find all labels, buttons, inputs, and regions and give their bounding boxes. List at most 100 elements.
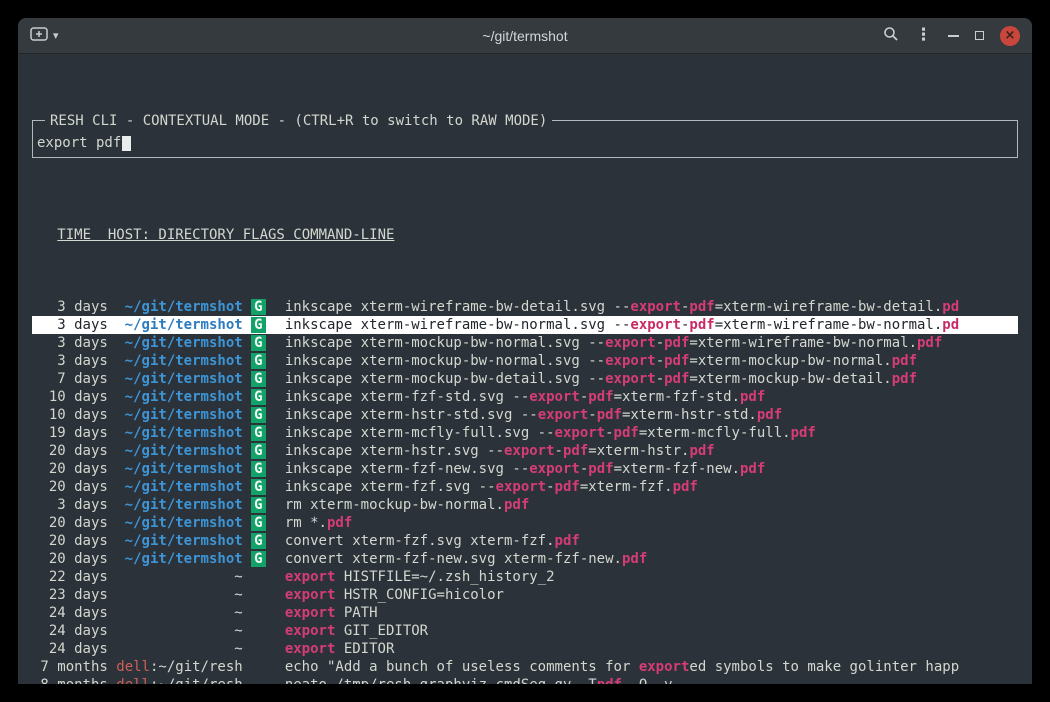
history-row[interactable]: 24 days~export GIT_EDITOR [32, 622, 1018, 640]
history-row-location: ~/git/termshot [116, 550, 242, 568]
history-row[interactable]: 24 days~export PATH [32, 604, 1018, 622]
history-row[interactable]: 19 days~/git/termshotGinkscape xterm-mcf… [32, 424, 1018, 442]
history-row[interactable]: 20 days~/git/termshotGinkscape xterm-fzf… [32, 460, 1018, 478]
history-row-command: export HSTR_CONFIG=hicolor [285, 586, 1018, 604]
search-input[interactable]: export pdf [37, 134, 131, 152]
git-flag-badge: G [251, 317, 265, 333]
history-row[interactable]: 22 days~export HISTFILE=~/.zsh_history_2 [32, 568, 1018, 586]
history-row-flags: G [251, 424, 276, 442]
history-row-flags: G [251, 316, 276, 334]
command-match-text: pdf [664, 335, 689, 351]
history-row-command: echo "Add a bunch of useless comments fo… [285, 658, 1018, 676]
command-text: - [546, 479, 554, 495]
close-button[interactable]: × [1000, 26, 1020, 46]
command-match-text: pdf [327, 515, 352, 531]
command-text: =xterm-mockup-bw-detail. [689, 371, 891, 387]
search-query-text: export pdf [37, 135, 121, 151]
command-text: PATH [335, 605, 377, 621]
command-text: convert xterm-fzf-new.svg xterm-fzf-new. [285, 551, 622, 567]
command-match-text: pdf [689, 299, 714, 315]
new-tab-button[interactable]: ▾ [30, 27, 59, 45]
history-row[interactable]: 20 days~/git/termshotGrm *.pdf [32, 514, 1018, 532]
history-row[interactable]: 7 monthsdell:~/git/reshecho "Add a bunch… [32, 658, 1018, 676]
command-text: EDITOR [335, 641, 394, 657]
history-row[interactable]: 10 days~/git/termshotGinkscape xterm-hst… [32, 406, 1018, 424]
command-match-text: pdf [588, 389, 613, 405]
command-match-text: pdf [622, 551, 647, 567]
history-row-flags: G [251, 298, 276, 316]
history-row-location: ~/git/termshot [116, 532, 242, 550]
history-row[interactable]: 3 days~/git/termshotGinkscape xterm-mock… [32, 352, 1018, 370]
host-name: dell [116, 677, 150, 684]
history-row-command: export GIT_EDITOR [285, 622, 1018, 640]
command-text: echo "Add a bunch of useless comments fo… [285, 659, 639, 675]
history-row-flags: G [251, 442, 276, 460]
history-row-flags [251, 676, 276, 684]
command-text: inkscape xterm-hstr.svg -- [285, 443, 504, 459]
history-row-location: ~/git/termshot [116, 388, 242, 406]
history-row[interactable]: 24 days~export EDITOR [32, 640, 1018, 658]
directory: ~/git/termshot [125, 299, 243, 315]
command-text: GIT_EDITOR [335, 623, 428, 639]
history-row[interactable]: 8 monthsdell:~/git/reshneato /tmp/resh-g… [32, 676, 1018, 684]
command-match-text: pdf [597, 407, 622, 423]
history-row-command: inkscape xterm-wireframe-bw-detail.svg -… [285, 298, 1018, 316]
command-text: =xterm-wireframe-bw-detail. [715, 299, 943, 315]
directory: ~/git/termshot [125, 425, 243, 441]
command-match-text: export [496, 479, 547, 495]
command-text: inkscape xterm-wireframe-bw-detail.svg -… [285, 299, 631, 315]
history-row[interactable]: 10 days~/git/termshotGinkscape xterm-fzf… [32, 388, 1018, 406]
history-row[interactable]: 3 days~/git/termshotGrm xterm-mockup-bw-… [32, 496, 1018, 514]
history-row-time: 3 days [32, 352, 108, 370]
restore-button[interactable] [975, 31, 984, 40]
directory: ~ [234, 569, 242, 585]
command-match-text: export [538, 407, 589, 423]
history-row-location: ~/git/termshot [116, 406, 242, 424]
history-row[interactable]: 3 days~/git/termshotGinkscape xterm-wire… [32, 298, 1018, 316]
command-match-text: export [555, 425, 606, 441]
command-text: inkscape xterm-mockup-bw-normal.svg -- [285, 353, 605, 369]
directory: :~/git/resh [150, 659, 243, 675]
history-row-selected[interactable]: 3 days~/git/termshotGinkscape xterm-wire… [32, 316, 1018, 334]
command-text: =xterm-mcfly-full. [639, 425, 791, 441]
command-match-text: export [639, 659, 690, 675]
history-row-command: inkscape xterm-hstr.svg --export-pdf=xte… [285, 442, 1018, 460]
git-flag-badge: G [251, 371, 265, 387]
git-flag-badge: G [251, 407, 265, 423]
history-row-flags: G [251, 478, 276, 496]
history-row-time: 22 days [32, 568, 108, 586]
search-button[interactable] [883, 26, 899, 46]
history-row[interactable]: 7 days~/git/termshotGinkscape xterm-mock… [32, 370, 1018, 388]
history-row-time: 8 months [32, 676, 108, 684]
restore-icon [975, 31, 984, 40]
history-row-time: 7 months [32, 658, 108, 676]
history-row-time: 24 days [32, 622, 108, 640]
history-row-flags: G [251, 550, 276, 568]
minimize-button[interactable] [948, 35, 959, 37]
search-box[interactable]: RESH CLI - CONTEXTUAL MODE - (CTRL+R to … [32, 120, 1018, 158]
command-text: - [605, 425, 613, 441]
command-text: inkscape xterm-mockup-bw-normal.svg -- [285, 335, 605, 351]
history-row[interactable]: 20 days~/git/termshotGconvert xterm-fzf-… [32, 550, 1018, 568]
git-flag-badge: G [251, 533, 265, 549]
history-row-flags [251, 622, 276, 640]
directory: ~ [234, 605, 242, 621]
command-text: HISTFILE=~/.zsh_history_2 [335, 569, 554, 585]
history-row-command: export EDITOR [285, 640, 1018, 658]
titlebar: ▾ ~/git/termshot ⋮ [18, 18, 1032, 54]
window-title: ~/git/termshot [18, 28, 1032, 44]
history-row[interactable]: 20 days~/git/termshotGinkscape xterm-hst… [32, 442, 1018, 460]
history-row-time: 7 days [32, 370, 108, 388]
command-match-text: export [285, 605, 336, 621]
command-match-text: export [630, 299, 681, 315]
history-row[interactable]: 3 days~/git/termshotGinkscape xterm-mock… [32, 334, 1018, 352]
command-match-text: pdf [664, 353, 689, 369]
command-text: inkscape xterm-fzf-new.svg -- [285, 461, 529, 477]
history-row[interactable]: 20 days~/git/termshotGinkscape xterm-fzf… [32, 478, 1018, 496]
command-match-text: pdf [504, 497, 529, 513]
command-text: - [580, 389, 588, 405]
history-row[interactable]: 20 days~/git/termshotGconvert xterm-fzf.… [32, 532, 1018, 550]
menu-button[interactable]: ⋮ [915, 27, 932, 44]
history-row[interactable]: 23 days~export HSTR_CONFIG=hicolor [32, 586, 1018, 604]
command-match-text: pdf [689, 443, 714, 459]
